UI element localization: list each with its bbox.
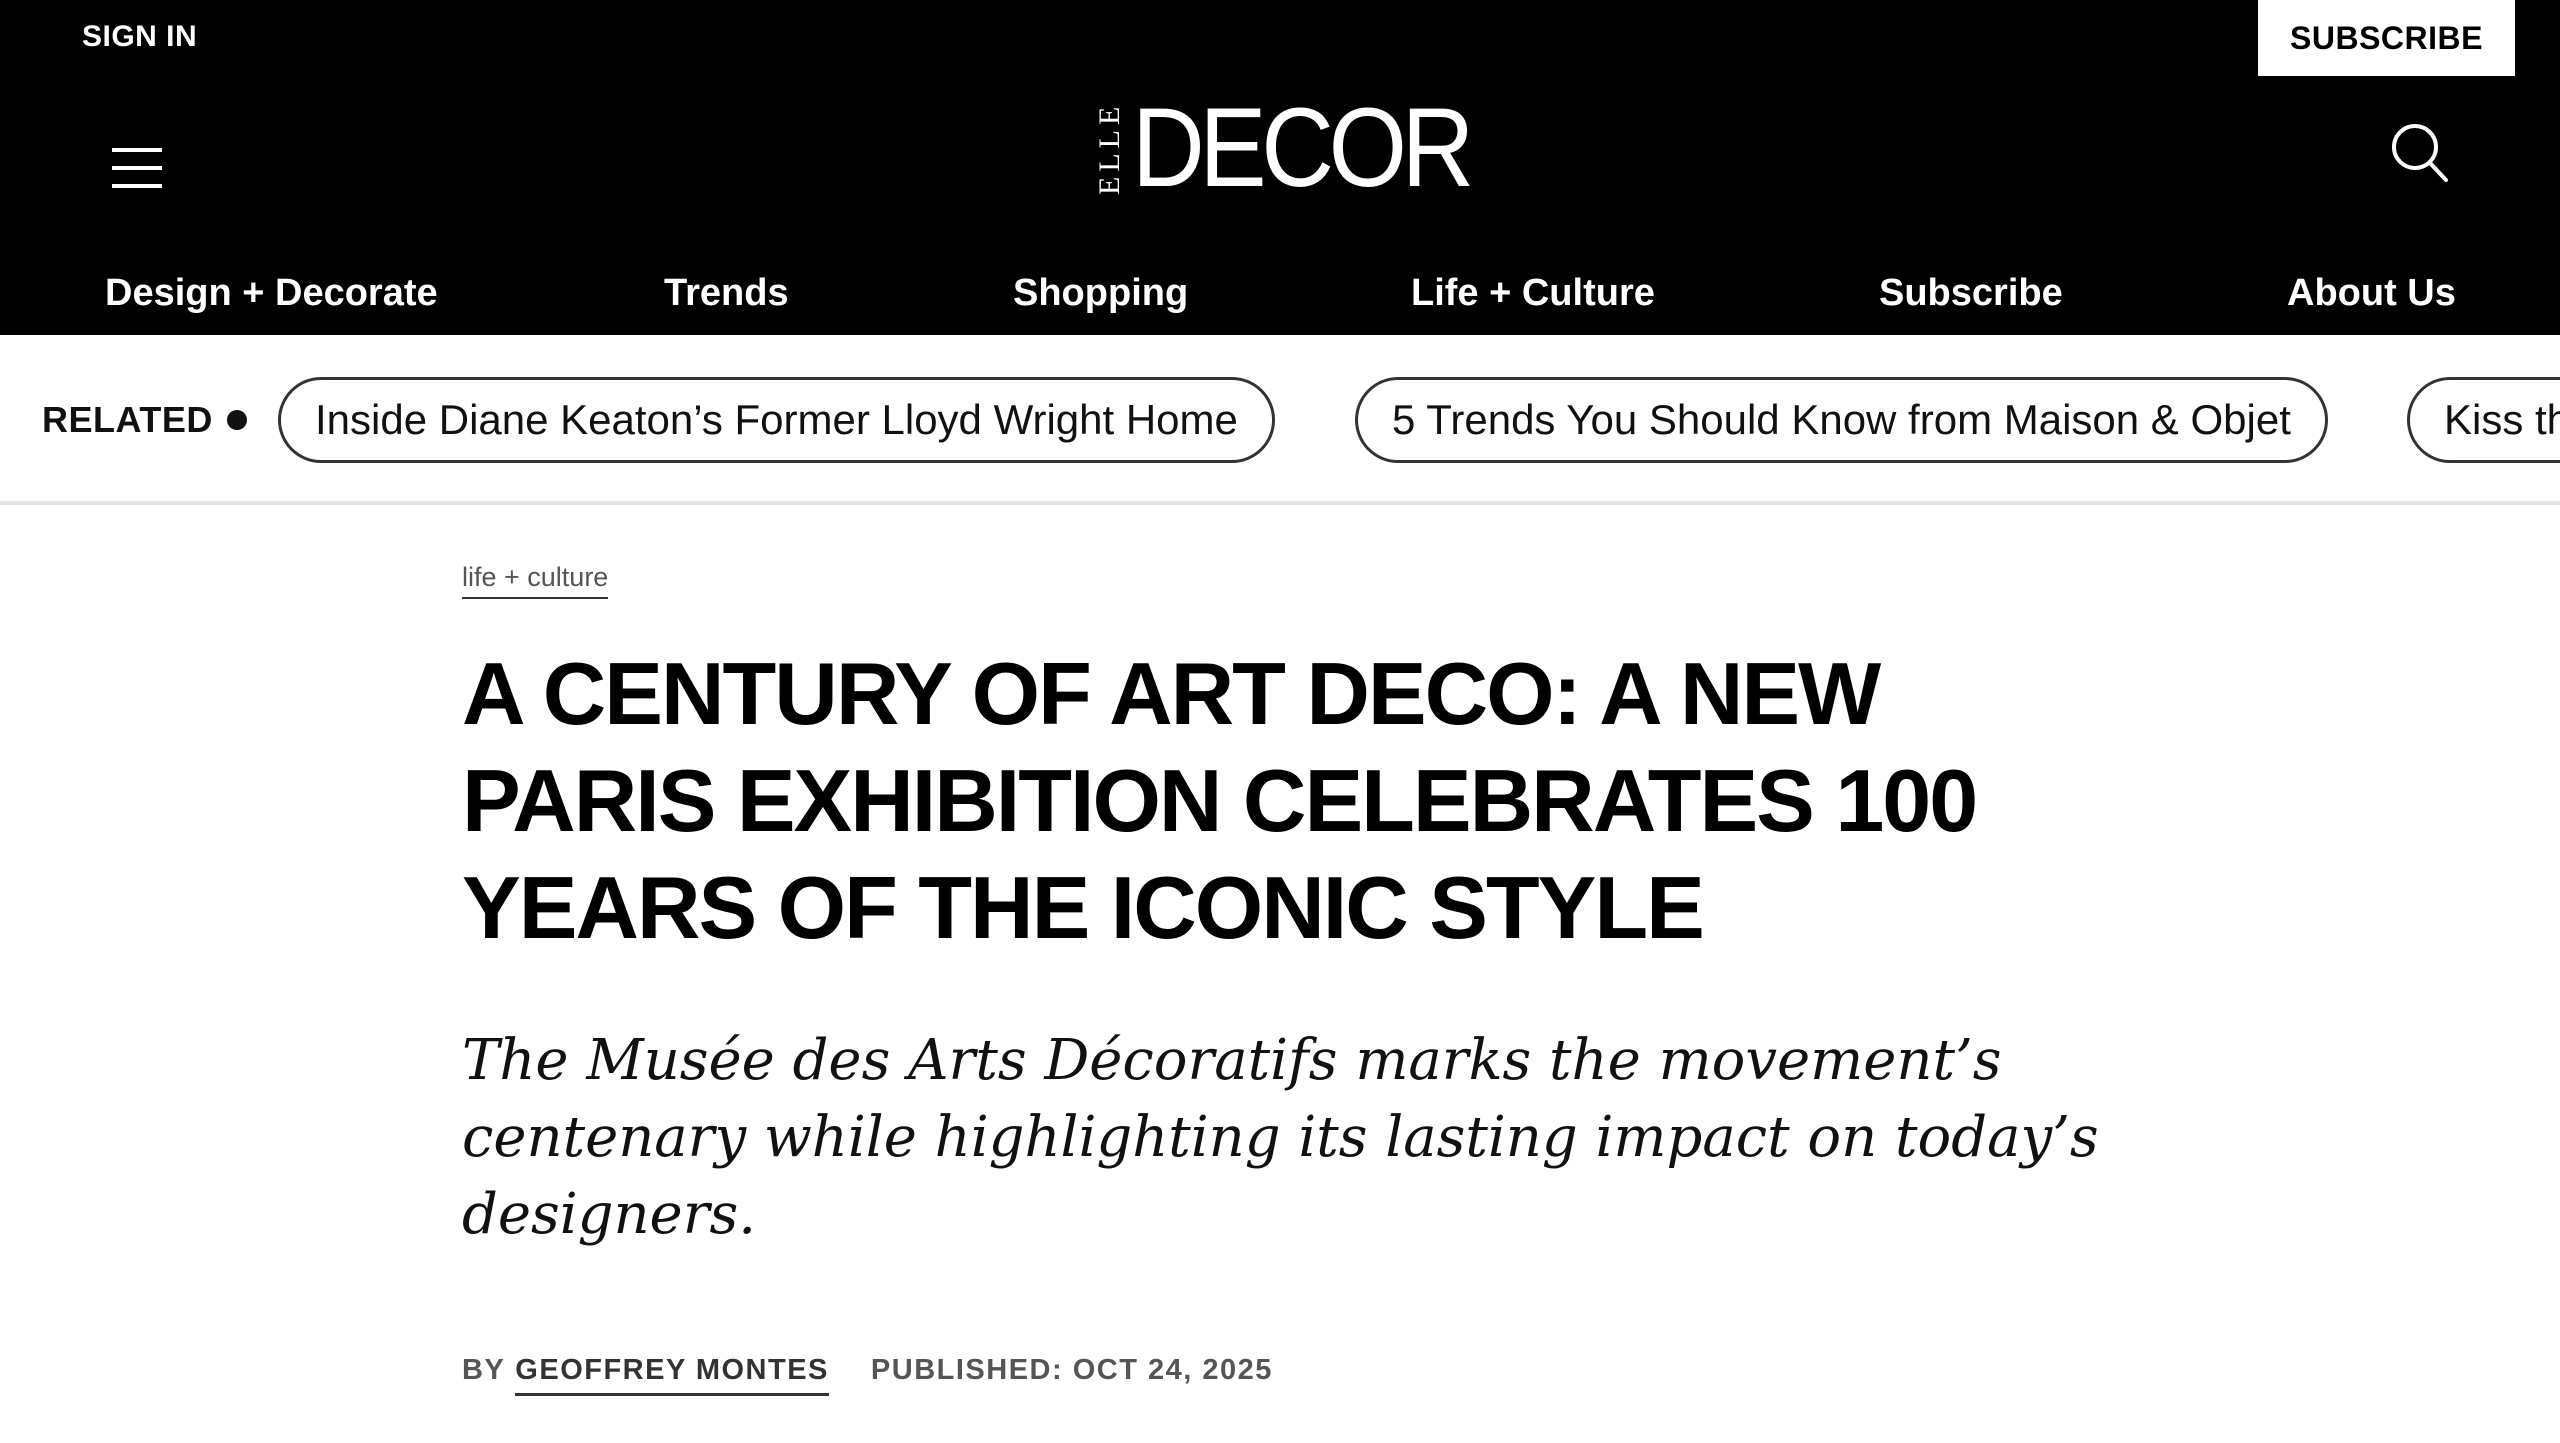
byline-prefix: BY xyxy=(462,1354,506,1386)
nav-item-trends[interactable]: Trends xyxy=(664,272,789,315)
category-link[interactable]: life + culture xyxy=(462,562,609,599)
author-link[interactable]: GEOFFREY MONTES xyxy=(515,1354,829,1396)
article-dek: The Musée des Arts Décoratifs marks the … xyxy=(462,1028,2099,1247)
site-header: SIGN IN SUBSCRIBE ELLE DECOR Design + De… xyxy=(0,0,2560,335)
nav-item-design-decorate[interactable]: Design + Decorate xyxy=(105,272,438,315)
related-label: RELATED xyxy=(42,399,247,441)
published-date: PUBLISHED: OCT 24, 2025 xyxy=(870,1354,1273,1386)
related-pill[interactable]: Inside Diane Keaton’s Former Lloyd Wrigh… xyxy=(278,377,1275,463)
main-nav: Design + Decorate Trends Shopping Life +… xyxy=(0,272,2560,332)
byline: BY GEOFFREY MONTES PUBLISHED: OCT 24, 20… xyxy=(462,1354,1273,1396)
logo-decor-text: DECOR xyxy=(1132,85,1474,210)
nav-item-subscribe[interactable]: Subscribe xyxy=(1879,272,2063,315)
logo-elle-text: ELLE xyxy=(1093,101,1126,195)
related-label-text: RELATED xyxy=(42,399,213,440)
subscribe-button[interactable]: SUBSCRIBE xyxy=(2258,0,2515,76)
hamburger-menu-icon[interactable] xyxy=(112,148,162,188)
nav-item-shopping[interactable]: Shopping xyxy=(1013,272,1188,315)
article-headline: A CENTURY OF ART DECO: A NEW PARIS EXHIB… xyxy=(462,644,1978,957)
nav-item-about-us[interactable]: About Us xyxy=(2287,272,2456,315)
nav-item-life-culture[interactable]: Life + Culture xyxy=(1411,272,1655,315)
related-strip: RELATED Inside Diane Keaton’s Former Llo… xyxy=(0,335,2560,505)
sign-in-link[interactable]: SIGN IN xyxy=(82,20,197,54)
related-pill[interactable]: 5 Trends You Should Know from Maison & O… xyxy=(1355,377,2328,463)
elle-decor-logo[interactable]: ELLE DECOR xyxy=(1090,85,1506,210)
bullet-dot-icon xyxy=(226,410,247,430)
search-icon[interactable] xyxy=(2390,122,2450,184)
related-pill[interactable]: Kiss th xyxy=(2407,377,2560,463)
